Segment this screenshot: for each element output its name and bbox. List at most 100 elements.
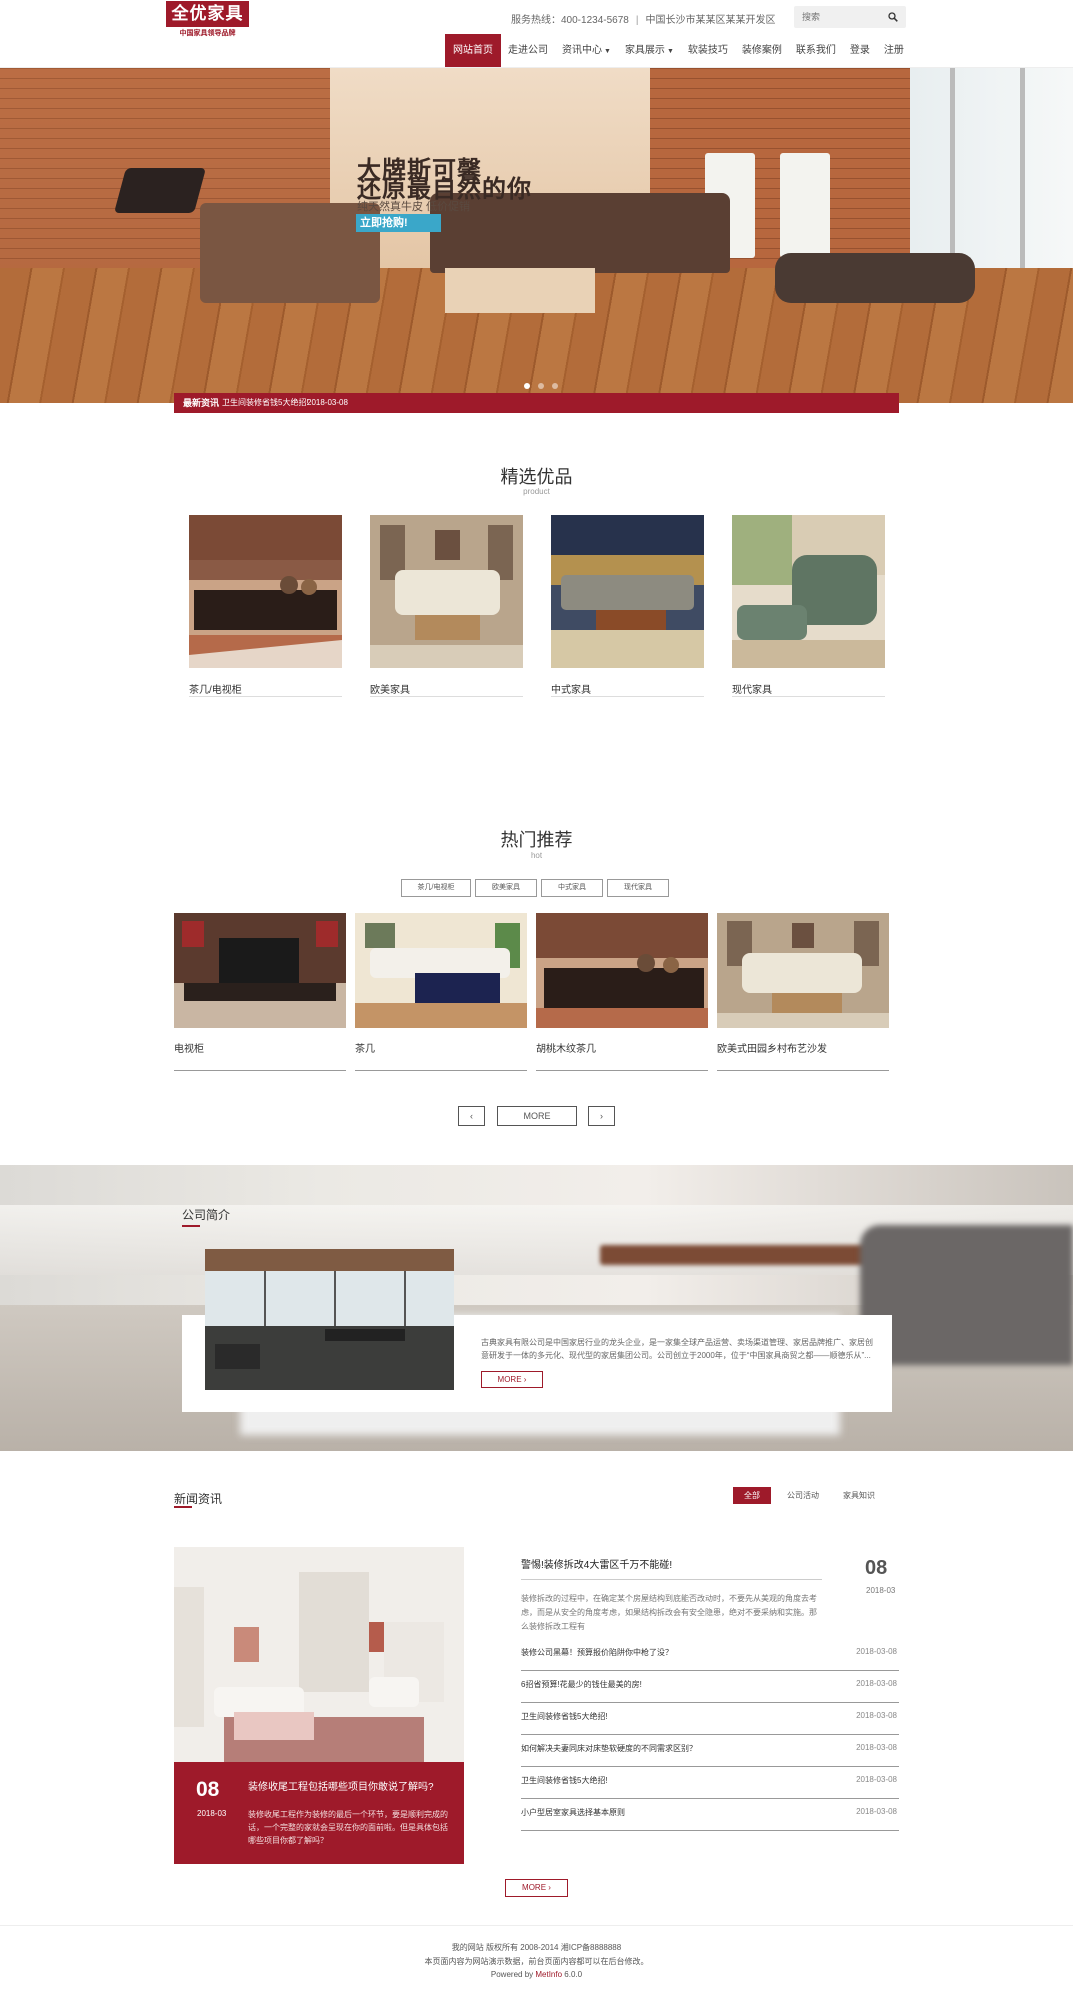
news-item-date: 2018-03-08 [856,1647,897,1656]
site-logo[interactable]: 全优家具 中国家具领导品牌 [166,1,249,37]
nav-tips[interactable]: 软装技巧 [681,34,735,67]
news-list-item[interactable]: 装修公司黑幕！预算报价陷阱你中枪了没？ 2018-03-08 [521,1639,899,1671]
hot-name[interactable]: 欧美式田园乡村布艺沙发 [717,1040,827,1055]
prev-button[interactable]: ‹ [458,1106,485,1126]
hot-name[interactable]: 胡桃木纹茶几 [536,1040,596,1055]
banner-cta-button[interactable]: 立即抢购! [356,214,441,232]
hot-tab[interactable]: 现代家具 [607,879,669,897]
news-item-title[interactable]: 装修公司黑幕！预算报价陷阱你中枪了没？ [521,1647,673,1658]
banner-coffee-table [445,268,595,313]
nav-login[interactable]: 登录 [843,34,877,67]
caret-down-icon: ▼ [604,48,611,55]
ticker-link[interactable]: 卫生间装修省钱5大绝招! [222,393,309,413]
nav-cases[interactable]: 装修案例 [735,34,789,67]
featured-year-month: 2018-03 [197,1809,227,1818]
nav-home[interactable]: 网站首页 [445,34,501,67]
product-image[interactable] [189,515,342,668]
news-item-title[interactable]: 小户型居室家具选择基本原则 [521,1807,625,1818]
nav-furniture[interactable]: 家具展示 ▼ [618,34,681,67]
news-item-title[interactable]: 卫生间装修省钱5大绝招! [521,1711,608,1722]
product-card[interactable]: 茶几/电视柜 [189,515,342,697]
news-list-item[interactable]: 小户型居室家具选择基本原则 2018-03-08 [521,1799,899,1831]
hot-name[interactable]: 茶几 [355,1040,375,1055]
product-image[interactable] [551,515,704,668]
hot-card[interactable]: 胡桃木纹茶几 [536,913,708,1071]
featured-title[interactable]: 装修收尾工程包括哪些项目你敢说了解吗? [248,1778,434,1793]
banner-sofa [430,193,730,273]
news-list-item[interactable]: 卫生间装修省钱5大绝招! 2018-03-08 [521,1767,899,1799]
news-item-title[interactable]: 卫生间装修省钱5大绝招! [521,1775,608,1786]
product-image[interactable] [732,515,885,668]
next-button[interactable]: › [588,1106,615,1126]
news-list-item[interactable]: 如何解决夫妻同床对床垫软硬度的不同需求区别？ 2018-03-08 [521,1735,899,1767]
hot-more-button[interactable]: MORE [497,1106,577,1126]
nav-register[interactable]: 注册 [877,34,911,67]
news-tab-company[interactable]: 公司活动 [782,1487,824,1504]
news-list-item[interactable]: 卫生间装修省钱5大绝招! 2018-03-08 [521,1703,899,1735]
product-name[interactable]: 现代家具 [732,681,772,696]
powered-brand-link[interactable]: MetInfo [535,1970,562,1979]
search-input[interactable] [794,6,884,28]
product-divider [551,696,704,697]
hot-image[interactable] [717,913,889,1028]
slide-dot[interactable] [552,383,558,389]
hero-banner[interactable]: 大牌斯可馨 还原最自然的你 纯天然真牛皮 低价促销 立即抢购! [0,68,1073,403]
chevron-right-icon: › [548,1883,551,1892]
featured-day: 08 [196,1778,220,1801]
hot-title: 热门推荐 [500,830,573,850]
nav-contact[interactable]: 联系我们 [789,34,843,67]
news-item-date: 2018-03-08 [856,1679,897,1688]
product-name[interactable]: 中式家具 [551,681,591,696]
news-item-date: 2018-03-08 [856,1711,897,1720]
news-more-button[interactable]: MORE › [505,1879,568,1897]
hot-subtitle: hot [530,851,543,860]
slide-dot[interactable] [538,383,544,389]
product-name[interactable]: 欧美家具 [370,681,410,696]
news-item-date: 2018-03-08 [856,1775,897,1784]
news-featured-image[interactable] [174,1547,464,1762]
nav-label: 网站首页 [453,45,493,56]
hot-divider [355,1070,527,1071]
nav-label: 联系我们 [795,45,836,56]
news-tab-knowledge[interactable]: 家具知识 [838,1487,880,1504]
hot-tab[interactable]: 茶几/电视柜 [401,879,471,897]
hot-image[interactable] [355,913,527,1028]
product-card[interactable]: 欧美家具 [370,515,523,697]
news-tab-all[interactable]: 全部 [733,1487,771,1504]
nav-news-center[interactable]: 资讯中心 ▼ [555,34,618,67]
banner-armchair [200,203,380,303]
hot-card[interactable]: 欧美式田园乡村布艺沙发 [717,913,889,1071]
contact-separator: | [635,15,639,26]
news-ticker: 最新资讯 卫生间装修省钱5大绝招! 2018-03-08 [174,393,899,413]
hot-image[interactable] [536,913,708,1028]
about-more-button[interactable]: MORE › [481,1371,543,1388]
nav-about[interactable]: 走进公司 [501,34,555,67]
product-card[interactable]: 现代家具 [732,515,885,697]
hot-image[interactable] [174,913,346,1028]
product-name[interactable]: 茶几/电视柜 [189,681,242,696]
hot-tab[interactable]: 欧美家具 [475,879,537,897]
product-divider [370,696,523,697]
product-card[interactable]: 中式家具 [551,515,704,697]
news-title: 新闻资讯 [174,1492,223,1506]
search-icon[interactable] [888,12,898,22]
news-featured-card[interactable]: 08 2018-03 装修收尾工程包括哪些项目你敢说了解吗? 装修收尾工程作为装… [174,1762,464,1864]
product-divider [189,696,342,697]
slide-dot[interactable] [524,383,530,389]
hot-card[interactable]: 电视柜 [174,913,346,1071]
powered-prefix: Powered by [490,1970,534,1979]
about-title: 公司简介 [182,1208,231,1222]
main-nav: 网站首页 走进公司 资讯中心 ▼ 家具展示 ▼ 软装技巧 装修案例 联系我们 登录 … [445,34,911,67]
news-list-item[interactable]: 6招省预算!花最少的钱住最美的房! 2018-03-08 [521,1671,899,1703]
hot-tab[interactable]: 中式家具 [541,879,603,897]
news-item-title[interactable]: 6招省预算!花最少的钱住最美的房! [521,1679,642,1690]
news-top-title[interactable]: 警惕!装修拆改4大雷区千万不能碰! [521,1556,672,1571]
banner-subline: 纯天然真牛皮 低价促销 [357,201,471,213]
footer-notice: 本页面内容为网站演示数据，前台页面内容都可以在后台修改。 [424,1957,649,1966]
about-more-label: MORE [497,1375,522,1384]
hot-name[interactable]: 电视柜 [174,1040,204,1055]
product-image[interactable] [370,515,523,668]
news-item-title[interactable]: 如何解决夫妻同床对床垫软硬度的不同需求区别？ [521,1743,697,1754]
hot-card[interactable]: 茶几 [355,913,527,1071]
about-office-image [205,1249,454,1390]
